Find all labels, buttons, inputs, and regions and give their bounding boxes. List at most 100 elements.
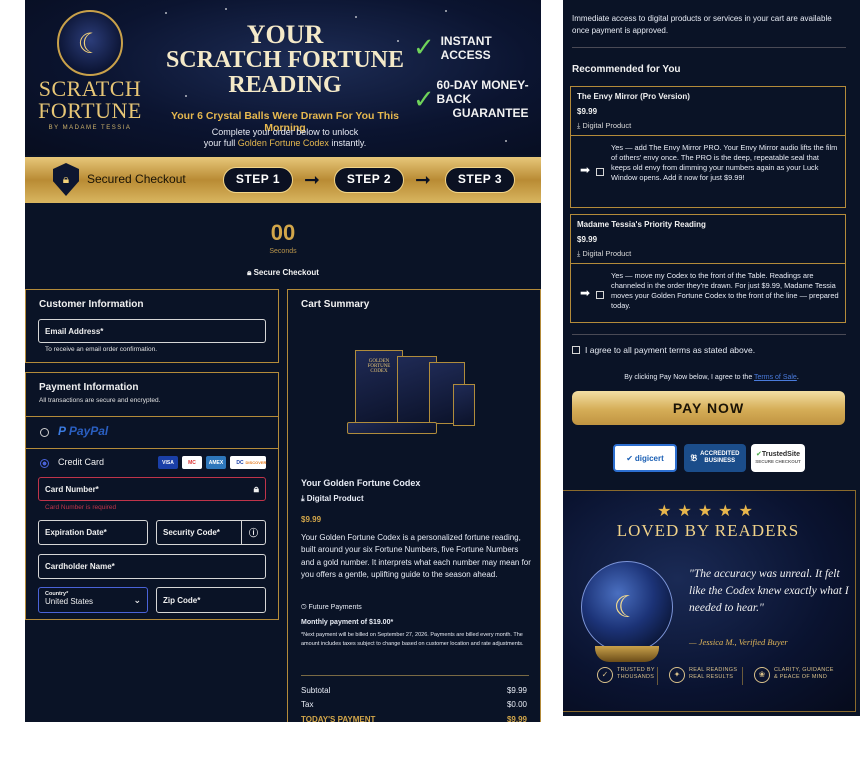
divider	[301, 675, 529, 676]
digicert-badge[interactable]: ✔ digicert	[613, 444, 677, 472]
card-number-field[interactable]: Card Number* 🔒︎	[38, 477, 266, 501]
trust-item-3: CLARITY, GUIDANCE & PEACE OF MIND	[774, 667, 834, 680]
testimonial-author: — Jessica M., Verified Buyer	[689, 637, 788, 647]
recommended-title: Recommended for You	[572, 64, 681, 75]
security-code-field[interactable]: Security Code* ⓘ	[156, 520, 266, 545]
terms-note: By clicking Pay Now below, I agree to th…	[563, 372, 860, 384]
card-deck	[453, 384, 475, 426]
mastercard-label: MC	[188, 459, 196, 466]
bbb-accredited-badge[interactable]: 𝔅 ACCREDITED BUSINESS	[684, 444, 746, 472]
divider	[26, 416, 278, 417]
hero-title: YOUR SCRATCH FORTUNE READING	[155, 22, 415, 98]
hero-title-line3: READING	[228, 72, 342, 98]
secure-checkout-label: Secure Checkout	[253, 268, 319, 277]
credit-card-radio[interactable]	[40, 459, 49, 468]
paypal-radio[interactable]	[40, 428, 49, 437]
feature-guarantee-line1: 60-DAY MONEY-BACK	[436, 78, 529, 106]
checkout-left-column: ☾ SCRATCH FORTUNE BY MADAME TESSIA YOUR …	[25, 0, 541, 722]
five-star-rating: ★★★★★	[657, 503, 759, 520]
hero-note-gold: Golden Fortune Codex	[237, 138, 329, 148]
trustedsite-name: TrustedSite	[761, 451, 800, 458]
upsell-checkbox[interactable]	[596, 291, 604, 299]
payment-info-subtitle: All transactions are secure and encrypte…	[39, 397, 161, 404]
upsell-priority-reading: Madame Tessia's Priority Reading $9.99 ⤓…	[570, 214, 846, 323]
terms-of-sale-link[interactable]: Terms of Sale	[754, 374, 797, 381]
expiration-date-field[interactable]: Expiration Date*	[38, 520, 148, 545]
hero-banner: ☾ SCRATCH FORTUNE BY MADAME TESSIA YOUR …	[25, 0, 541, 155]
logo-line2: FORTUNE	[38, 98, 142, 123]
email-label: Email Address*	[45, 326, 104, 336]
trust3-line1: CLARITY, GUIDANCE	[774, 667, 834, 673]
todays-payment-value: $9.99	[506, 715, 527, 722]
trust-item-2: REAL READINGS REAL RESULTS	[689, 667, 737, 680]
secure-checkout-note: 🔒︎ Secure Checkout	[247, 268, 319, 277]
pointing-arrow-icon: ➡	[580, 163, 591, 177]
countdown-timer: 00	[270, 220, 296, 245]
country-value: United States	[45, 597, 94, 606]
arrow-right-icon: ➞	[304, 170, 320, 191]
country-select[interactable]: Country* United States ⌄	[38, 587, 148, 613]
step-2: STEP 2	[334, 167, 404, 193]
digicert-label: digicert	[634, 453, 664, 463]
testimonial-heading: LOVED BY READERS	[616, 521, 800, 540]
agree-label[interactable]: I agree to all payment terms as stated a…	[585, 344, 755, 356]
upsell-description: Yes — add The Envy Mirror PRO. Your Envy…	[611, 143, 838, 182]
subtotal-label: Subtotal	[301, 686, 331, 695]
divider	[572, 334, 846, 335]
paypal-option[interactable]: P PayPal	[58, 424, 108, 438]
checkout-steps-bar: 🔒︎ Secured Checkout STEP 1 ➞ STEP 2 ➞ ST…	[25, 157, 541, 203]
product-description: Your Golden Fortune Codex is a personali…	[301, 533, 531, 579]
monthly-payment: Monthly payment of $19.00*	[301, 619, 394, 626]
trustedsite-badge[interactable]: ✔TrustedSite SECURE CHECKOUT	[751, 444, 805, 472]
visa-icon: VISA	[158, 456, 178, 469]
countdown-unit: Seconds	[269, 248, 297, 255]
agree-checkbox[interactable]	[572, 346, 580, 354]
bbb-line2: BUSINESS	[704, 458, 736, 464]
pointing-arrow-icon: ➡	[580, 286, 591, 300]
info-icon[interactable]: ⓘ	[241, 521, 265, 544]
email-field[interactable]: Email Address*	[38, 319, 266, 343]
cardholder-name-field[interactable]: Cardholder Name*	[38, 554, 266, 579]
security-code-label: Security Code*	[163, 528, 220, 537]
paypal-label: PayPal	[68, 424, 109, 438]
upsell-title: Madame Tessia's Priority Reading	[577, 220, 706, 229]
feature-guarantee-line2: GUARANTEE	[452, 106, 529, 120]
pay-now-button[interactable]: PAY NOW	[572, 391, 845, 425]
upsell-checkbox[interactable]	[596, 168, 604, 176]
book-cover: GOLDEN FORTUNE CODEX	[355, 350, 403, 428]
cart-summary-panel: Cart Summary GOLDEN FORTUNE CODEX Your G…	[287, 289, 541, 722]
check-icon: ✓	[413, 83, 435, 114]
upsell-price: $9.99	[577, 235, 598, 244]
arrow-right-icon: ➞	[415, 170, 431, 191]
hero-note-line1: Complete your order below to unlock	[211, 127, 359, 137]
step-1: STEP 1	[223, 167, 293, 193]
discover-icon: DISCOVER	[246, 456, 266, 469]
chevron-down-icon: ⌄	[133, 595, 141, 605]
lock-icon: 🔒︎	[253, 483, 259, 495]
upsell-type-label: Digital Product	[582, 249, 632, 258]
zip-code-label: Zip Code*	[163, 595, 201, 605]
mastercard-icon: MC	[182, 456, 202, 469]
trust1-line2: THOUSANDS	[617, 673, 655, 680]
credit-card-label[interactable]: Credit Card	[58, 457, 104, 467]
book-title-line3: CODEX	[370, 369, 388, 374]
future-payments-label: Future Payments	[308, 604, 362, 611]
product-name: Your Golden Fortune Codex	[301, 478, 421, 488]
zip-code-field[interactable]: Zip Code*	[156, 587, 266, 613]
tax-label: Tax	[301, 700, 314, 709]
divider	[742, 667, 743, 685]
divider	[657, 667, 658, 685]
logo-byline: BY MADAME TESSIA	[48, 125, 132, 131]
lotus-icon: ❀	[754, 667, 770, 683]
payment-footnote: *Next payment will be billed on Septembe…	[301, 632, 524, 647]
paypal-icon: P	[58, 424, 66, 438]
cart-summary-title: Cart Summary	[301, 299, 370, 310]
hero-note-line2: your full Golden Fortune Codex instantly…	[155, 138, 415, 149]
trust2-line1: REAL READINGS	[689, 667, 738, 673]
upsell-description: Yes — move my Codex to the front of the …	[611, 271, 839, 310]
upsell-title: The Envy Mirror (Pro Version)	[577, 92, 690, 101]
access-note: Immediate access to digital products or …	[572, 14, 832, 35]
customer-information-panel: Customer Information Email Address* To r…	[25, 289, 279, 363]
hero-note: Complete your order below to unlock your…	[155, 127, 415, 149]
secured-checkout-label: Secured Checkout	[87, 172, 186, 186]
